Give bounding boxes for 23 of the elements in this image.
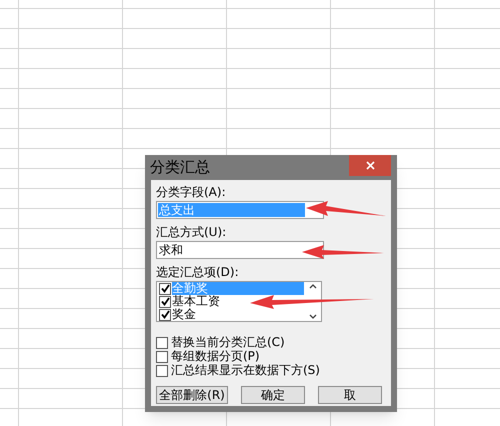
dialog-button[interactable]: 取 bbox=[318, 386, 382, 404]
dialog-button[interactable]: 确定 bbox=[241, 386, 305, 404]
option-label: 替换当前分类汇总(C) bbox=[171, 336, 285, 349]
field-label: 选定汇总项(D): bbox=[156, 265, 240, 279]
option-label: 汇总结果显示在数据下方(S) bbox=[171, 364, 320, 377]
checkbox[interactable] bbox=[159, 282, 171, 294]
dropdown-field[interactable]: 求和 bbox=[156, 241, 324, 259]
field-value: 求和 bbox=[158, 243, 184, 257]
close-icon bbox=[366, 161, 374, 170]
list-item[interactable]: 奖金 bbox=[172, 308, 196, 321]
option-label: 每组数据分页(P) bbox=[171, 350, 260, 363]
checkbox[interactable] bbox=[156, 336, 168, 348]
checkbox[interactable] bbox=[156, 350, 168, 362]
field-label: 汇总方式(U): bbox=[156, 225, 228, 239]
checkbox[interactable] bbox=[159, 296, 171, 308]
dialog-button[interactable]: 全部删除(R) bbox=[156, 386, 228, 404]
window-title: 分类汇总 bbox=[150, 157, 210, 178]
field-label: 分类字段(A): bbox=[156, 185, 227, 199]
checkbox[interactable] bbox=[159, 308, 171, 320]
close-button[interactable] bbox=[349, 155, 391, 176]
field-value: 总支出 bbox=[158, 203, 305, 217]
checkbox[interactable] bbox=[156, 364, 168, 376]
list-item[interactable]: 基本工资 bbox=[172, 295, 220, 308]
